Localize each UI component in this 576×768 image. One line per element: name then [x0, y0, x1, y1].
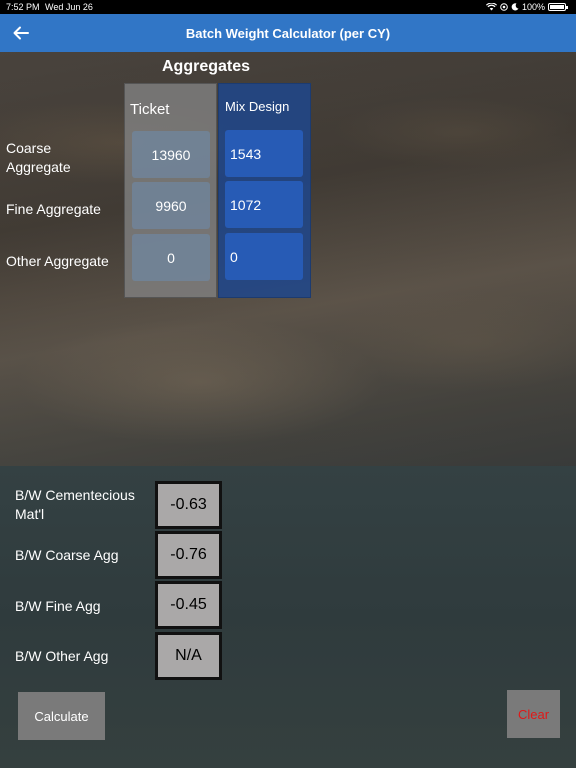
moon-icon: [511, 3, 519, 11]
ticket-coarse-input[interactable]: 13960: [132, 131, 210, 178]
mix-other-input[interactable]: 0: [225, 233, 303, 280]
ticket-column: Ticket 13960 9960 0: [124, 83, 217, 298]
page-title: Batch Weight Calculator (per CY): [185, 25, 391, 41]
status-bar: 7:52 PM Wed Jun 26 100%: [0, 0, 576, 14]
result-label-cementitious: B/W Cementecious Mat'l: [15, 487, 135, 522]
row-label-other: Other Aggregate: [6, 253, 109, 269]
result-label-other: B/W Other Agg: [15, 648, 109, 664]
mix-design-column: Mix Design 1543 1072 0: [218, 83, 311, 298]
clear-button[interactable]: Clear: [507, 690, 560, 738]
wifi-icon: [485, 3, 497, 11]
status-time: 7:52 PM: [6, 2, 40, 12]
ticket-fine-input[interactable]: 9960: [132, 182, 210, 229]
arrow-left-icon: [13, 26, 29, 40]
status-date: Wed Jun 26: [45, 2, 93, 12]
battery-percent: 100%: [521, 2, 545, 12]
ticket-header: Ticket: [130, 101, 170, 118]
result-value-other: N/A: [155, 632, 222, 680]
result-value-fine: -0.45: [155, 581, 222, 629]
nav-bar: Batch Weight Calculator (per CY): [0, 14, 576, 52]
status-indicators: 100%: [485, 2, 568, 12]
mix-coarse-input[interactable]: 1543: [225, 130, 303, 177]
result-value-cementitious: -0.63: [155, 481, 222, 529]
mix-fine-input[interactable]: 1072: [225, 181, 303, 228]
location-icon: [500, 3, 508, 11]
battery-icon: [548, 3, 568, 11]
ticket-other-input[interactable]: 0: [132, 234, 210, 281]
aggregates-title: Aggregates: [162, 58, 251, 75]
result-value-coarse: -0.76: [155, 531, 222, 579]
row-label-fine: Fine Aggregate: [6, 201, 101, 217]
row-label-coarse: Coarse Aggregate: [6, 140, 71, 175]
result-label-fine: B/W Fine Agg: [15, 598, 101, 614]
mix-design-header: Mix Design: [225, 99, 290, 114]
back-button[interactable]: [10, 22, 32, 44]
result-label-coarse: B/W Coarse Agg: [15, 547, 119, 563]
calculate-button[interactable]: Calculate: [18, 692, 105, 740]
